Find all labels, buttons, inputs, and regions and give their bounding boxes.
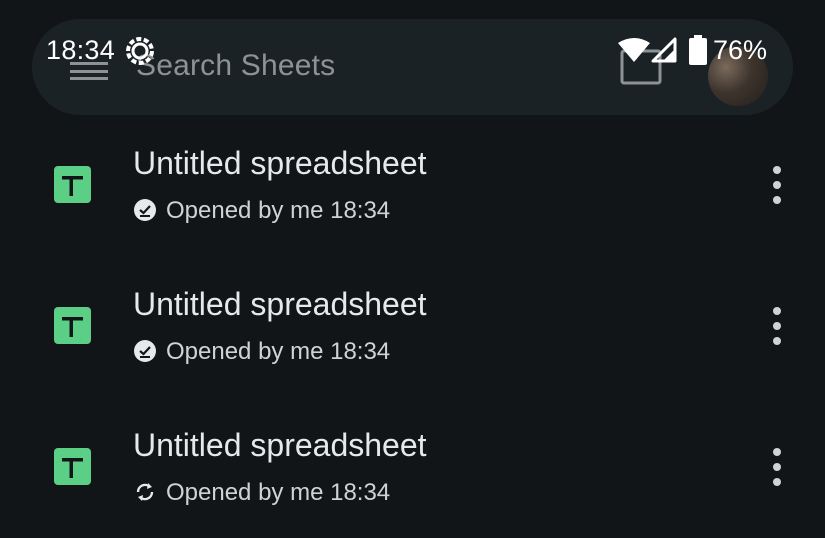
- search-input[interactable]: Search Sheets: [136, 49, 335, 83]
- file-row[interactable]: Untitled spreadsheet Opened by me 18:34: [0, 256, 825, 397]
- file-title: Untitled spreadsheet: [133, 286, 427, 322]
- grid-view-icon[interactable]: [620, 49, 662, 85]
- file-row[interactable]: Untitled spreadsheet Opened by me 18:34: [0, 115, 825, 256]
- sheets-file-icon: [54, 307, 91, 344]
- more-options-icon[interactable]: [760, 163, 794, 207]
- sync-icon: [136, 483, 154, 501]
- more-options-icon[interactable]: [760, 304, 794, 348]
- menu-icon[interactable]: [70, 62, 108, 80]
- sheets-file-icon: [54, 448, 91, 485]
- search-bar[interactable]: Search Sheets: [32, 19, 793, 115]
- file-title: Untitled spreadsheet: [133, 145, 427, 181]
- file-title: Untitled spreadsheet: [133, 427, 427, 463]
- sheets-file-icon: [54, 166, 91, 203]
- file-subtitle: Opened by me 18:34: [166, 197, 391, 224]
- file-subtitle: Opened by me 18:34: [166, 479, 391, 506]
- file-subtitle: Opened by me 18:34: [166, 338, 391, 365]
- offline-done-icon: [134, 340, 156, 362]
- file-row[interactable]: Untitled spreadsheet Opened by me 18:34: [0, 397, 825, 538]
- avatar[interactable]: [708, 46, 768, 106]
- more-options-icon[interactable]: [760, 445, 794, 489]
- offline-done-icon: [134, 199, 156, 221]
